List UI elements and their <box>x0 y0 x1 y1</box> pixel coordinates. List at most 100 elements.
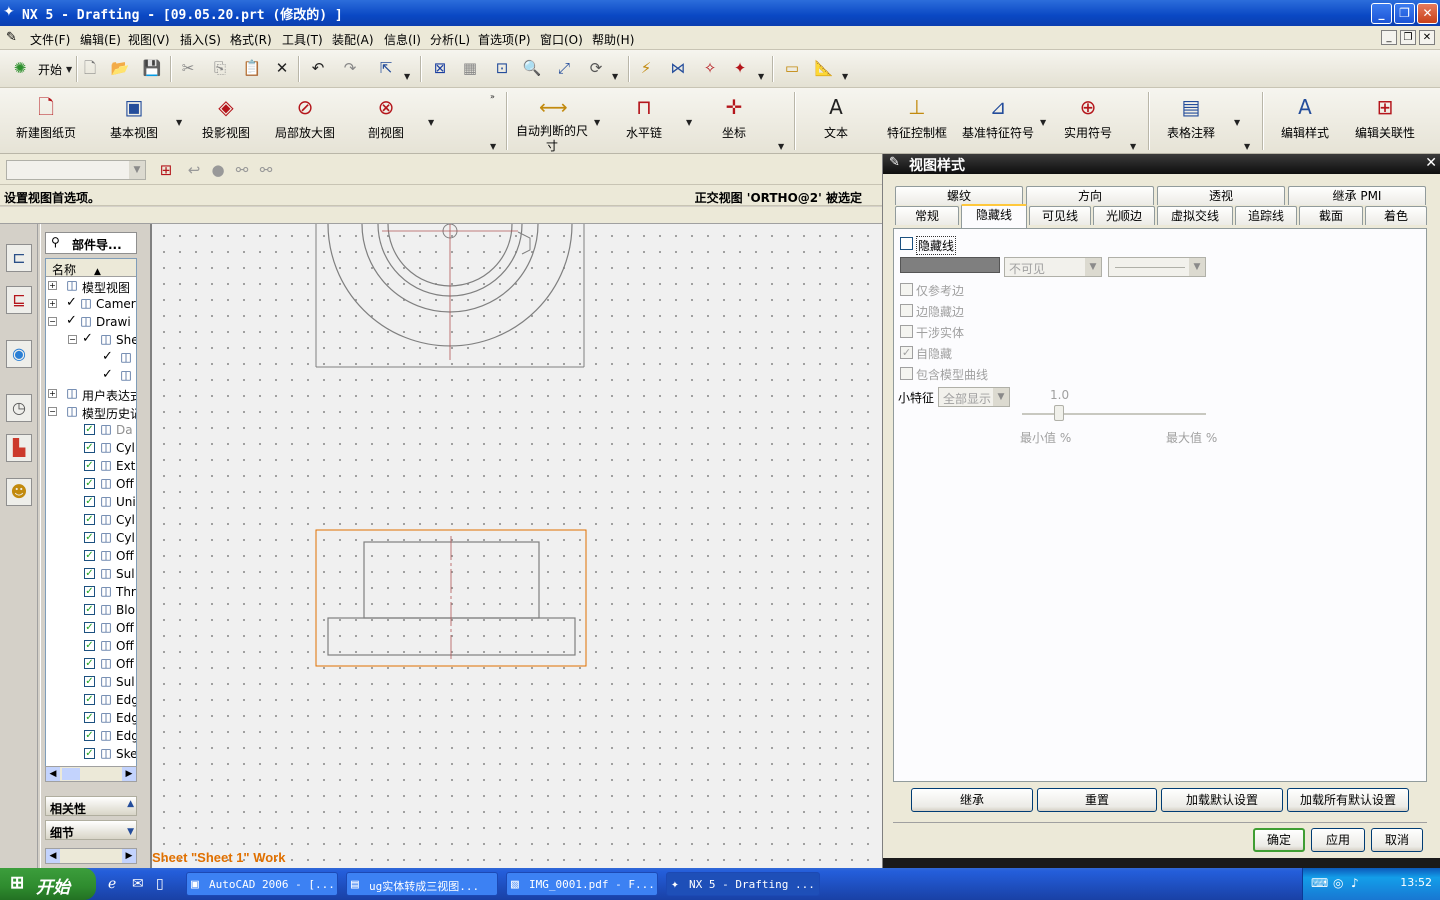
checkmark-icon[interactable]: ✓ <box>66 313 77 328</box>
mdi-minimize-button[interactable]: _ <box>1381 30 1397 45</box>
copy-icon[interactable]: ⎘ <box>210 58 230 78</box>
apply-button[interactable]: 应用 <box>1311 828 1365 852</box>
menu-analysis[interactable]: 分析(L) <box>430 31 470 48</box>
paste-icon[interactable]: 📋 <box>242 58 262 78</box>
desktop-icon[interactable]: ▯ <box>156 876 164 892</box>
close-button[interactable]: ✕ <box>1417 3 1438 24</box>
section-view-button[interactable]: ⊗ 剖视图 <box>364 94 408 141</box>
details-panel-header[interactable]: 细节 ▼ <box>45 820 137 840</box>
taskbar-item-pdf[interactable]: ▧ IMG_0001.pdf - F... <box>506 872 658 896</box>
link-icon[interactable]: ⚯ <box>232 160 252 180</box>
suppress-checkbox[interactable]: ✓ <box>84 586 95 597</box>
chevron-down-icon[interactable]: ▼ <box>1234 118 1240 127</box>
base-view-button[interactable]: ▣ 基本视图 <box>104 94 164 141</box>
start-menu-button[interactable]: 开始 <box>38 61 62 78</box>
chevron-down-icon[interactable]: ▼ <box>129 161 145 179</box>
snap-icon[interactable]: ⚡ <box>636 58 656 78</box>
detail-view-button[interactable]: ⊘ 局部放大图 <box>272 94 338 141</box>
chevron-down-icon[interactable]: ▼ <box>1130 142 1136 151</box>
tree-item[interactable]: ✓ ◫ Off <box>46 475 136 493</box>
suppress-checkbox[interactable]: ✓ <box>84 514 95 525</box>
tab-general[interactable]: 常规 <box>895 206 959 225</box>
menu-file[interactable]: 文件(F) <box>30 31 70 48</box>
suppress-checkbox[interactable]: ✓ <box>84 442 95 453</box>
hidden-lines-checkbox[interactable] <box>900 237 913 250</box>
undo-icon[interactable]: ↶ <box>308 58 328 78</box>
tree-item[interactable]: ✓ ◫ <box>46 349 136 367</box>
edit-associativity-button[interactable]: ⊞ 编辑关联性 <box>1352 94 1418 141</box>
tree-item[interactable]: ✓ ◫ Edg <box>46 727 136 745</box>
menu-info[interactable]: 信息(I) <box>384 31 421 48</box>
type-filter-combo[interactable]: ▼ <box>6 160 146 180</box>
scroll-thumb[interactable] <box>62 768 80 780</box>
deselect-icon[interactable]: ● <box>208 160 228 180</box>
display-sheet-icon[interactable]: ▦ <box>460 58 480 78</box>
tabular-note-button[interactable]: ▤ 表格注释 <box>1164 94 1218 141</box>
chevron-down-icon[interactable]: ▼ <box>594 118 600 127</box>
part-navigator-icon[interactable]: ⊑ <box>6 286 32 314</box>
tab-orientation[interactable]: 方向 <box>1026 186 1154 205</box>
mdi-restore-button[interactable]: ❐ <box>1400 30 1416 45</box>
tree-item[interactable]: ✓ ◫ Cyl <box>46 529 136 547</box>
suppress-checkbox[interactable]: ✓ <box>84 604 95 615</box>
tree-item[interactable]: ✓ ◫ Thr <box>46 583 136 601</box>
chevron-down-icon[interactable]: ▼ <box>612 72 618 81</box>
tree-item[interactable]: ✓ ◫ Cyl <box>46 439 136 457</box>
dependencies-panel-header[interactable]: 相关性 ▲ <box>45 796 137 816</box>
menu-preferences[interactable]: 首选项(P) <box>478 31 531 48</box>
tree-item[interactable]: ✓ ◫ Uni <box>46 493 136 511</box>
suppress-checkbox[interactable]: ✓ <box>84 478 95 489</box>
tab-inherit-pmi[interactable]: 继承 PMI <box>1288 186 1426 205</box>
line-font-combo[interactable]: 不可见 ▼ <box>1004 257 1102 277</box>
menu-edit[interactable]: 编辑(E) <box>80 31 121 48</box>
fit-icon[interactable]: ⊠ <box>430 58 450 78</box>
checkmark-icon[interactable]: ✓ <box>82 331 93 346</box>
assembly-navigator-icon[interactable]: ⊏ <box>6 244 32 272</box>
tree-item[interactable]: ✓ ◫ Ske <box>46 745 136 763</box>
update-views-icon[interactable]: ⟳ <box>586 58 606 78</box>
chevron-down-icon[interactable]: ▼ <box>686 118 692 127</box>
tab-perspective[interactable]: 透视 <box>1157 186 1285 205</box>
tree-item[interactable]: ✓ ◫ Da <box>46 421 136 439</box>
chevron-down-icon[interactable]: ▼ <box>490 142 496 151</box>
suppress-checkbox[interactable]: ✓ <box>84 658 95 669</box>
drawing-canvas[interactable] <box>150 224 882 868</box>
tree-item[interactable]: + ✓ ◫ Camer <box>46 295 136 313</box>
chevron-down-icon[interactable]: ▼ <box>778 142 784 151</box>
tab-hidden-lines[interactable]: 隐藏线 <box>961 204 1027 228</box>
zoom-icon[interactable]: 🔍 <box>522 58 542 78</box>
tree-item[interactable]: ✓ ◫ Edg <box>46 691 136 709</box>
menu-view[interactable]: 视图(V) <box>128 31 170 48</box>
history-icon[interactable]: ◷ <box>6 394 32 422</box>
chevron-down-icon[interactable]: ▼ <box>1040 118 1046 127</box>
suppress-checkbox[interactable]: ✓ <box>84 694 95 705</box>
snap-point-icon[interactable]: ✦ <box>730 58 750 78</box>
tree-item[interactable]: ✓ ◫ Edg <box>46 709 136 727</box>
scroll-right-icon[interactable]: ▶ <box>122 849 136 863</box>
slider-thumb[interactable] <box>1054 405 1064 421</box>
tab-virtual-intersections[interactable]: 虚拟交线 <box>1157 206 1233 225</box>
outlook-icon[interactable]: ✉ <box>132 876 144 892</box>
minimize-button[interactable]: _ <box>1371 3 1392 24</box>
start-icon[interactable]: ✺ <box>10 58 30 78</box>
suppress-checkbox[interactable]: ✓ <box>84 748 95 759</box>
tree-item[interactable]: − ✓ ◫ Drawi <box>46 313 136 331</box>
tree-item[interactable]: ✓ ◫ Off <box>46 619 136 637</box>
expand-icon[interactable]: + <box>48 299 57 308</box>
delete-icon[interactable]: ✕ <box>272 58 292 78</box>
dialog-close-icon[interactable]: ✕ <box>1425 155 1437 171</box>
suppress-checkbox[interactable]: ✓ <box>84 568 95 579</box>
top-view[interactable] <box>315 224 585 368</box>
pan-icon[interactable]: ⤢ <box>554 58 574 78</box>
tab-tracelines[interactable]: 追踪线 <box>1235 206 1297 225</box>
redo-icon[interactable]: ↷ <box>340 58 360 78</box>
restore-button[interactable]: ❐ <box>1394 3 1415 24</box>
chevron-down-icon[interactable]: ▼ <box>758 72 764 81</box>
column-header-name[interactable]: 名称 ▲ <box>46 259 136 277</box>
datum-feature-symbol-button[interactable]: ⊿ 基准特征符号 <box>960 94 1036 141</box>
navigator-horizontal-scrollbar[interactable]: ◀ ▶ <box>45 766 137 782</box>
tree-item[interactable]: ✓ ◫ Off <box>46 637 136 655</box>
suppress-checkbox[interactable]: ✓ <box>84 424 95 435</box>
reset-button[interactable]: 重置 <box>1037 788 1157 812</box>
chevron-down-icon[interactable]: ▼ <box>993 388 1009 406</box>
